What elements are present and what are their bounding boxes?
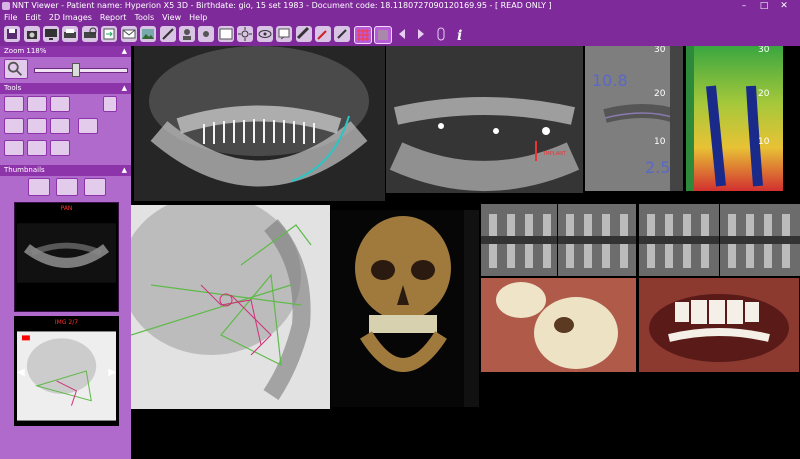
panoramic-view-1[interactable]: [134, 46, 385, 201]
menu-bar: File Edit 2D Images Report Tools View Help: [0, 12, 800, 24]
menu-edit[interactable]: Edit: [25, 12, 41, 24]
window-level-icon[interactable]: [27, 96, 47, 112]
bitewing-view-4[interactable]: [720, 204, 800, 276]
camera-icon[interactable]: [24, 26, 40, 42]
thumbnails-panel-header[interactable]: Thumbnails ▲: [0, 165, 131, 176]
zoom-tool-icon[interactable]: [4, 59, 28, 79]
brightness-icon[interactable]: [198, 26, 214, 42]
thumbnail-label: PAN: [60, 205, 73, 212]
tools-panel-header[interactable]: Tools ▲: [0, 83, 131, 94]
thumbnail-filter-icon[interactable]: [56, 178, 78, 196]
email-icon[interactable]: [121, 26, 137, 42]
menu-view[interactable]: View: [162, 12, 181, 24]
crown-icon[interactable]: [50, 140, 70, 156]
grid-icon[interactable]: [354, 26, 372, 44]
menu-report[interactable]: Report: [100, 12, 127, 24]
collapse-icon[interactable]: ▲: [122, 46, 127, 57]
cephalometric-view[interactable]: [131, 205, 330, 409]
zoom-panel-header[interactable]: Zoom 118% ▲: [0, 46, 131, 57]
bitewing-view-2[interactable]: [558, 204, 636, 276]
intraoral-value-bottom: 2.5: [645, 158, 671, 177]
intraoral-photo-smile[interactable]: [639, 278, 799, 372]
menu-2d-images[interactable]: 2D Images: [49, 12, 92, 24]
intraoral-value-top: 10.8: [592, 71, 628, 90]
ellipse-icon[interactable]: [50, 118, 70, 134]
3d-skull-view[interactable]: [331, 210, 479, 407]
annotation-icon[interactable]: [276, 26, 292, 42]
ceph-thumbnail-image: [17, 331, 116, 421]
line-measure-icon[interactable]: [4, 118, 24, 134]
menu-tools[interactable]: Tools: [134, 12, 154, 24]
thumbnail-pan[interactable]: PAN: [14, 202, 119, 312]
minimize-button[interactable]: –: [734, 0, 754, 12]
close-button[interactable]: ✕: [774, 0, 794, 12]
sidebar: Zoom 118% ▲ Tools ▲ Thumbnails ▲ PAN IMG 2/…: [0, 46, 131, 459]
document-icon[interactable]: [103, 96, 117, 112]
collapse-icon[interactable]: ▲: [122, 83, 127, 94]
image-icon[interactable]: [218, 26, 234, 42]
window-title: NNT Viewer - Patient name: Hyperion X5 3…: [12, 1, 552, 10]
text-icon[interactable]: [78, 118, 98, 134]
curve-icon[interactable]: [50, 96, 70, 112]
zoom-3d-icon[interactable]: [374, 26, 392, 44]
heatmap-view[interactable]: 30 20 10: [686, 46, 783, 191]
scale-label-20: 20: [654, 89, 666, 99]
thumbnail-label: IMG 2/7: [54, 319, 79, 326]
save-icon[interactable]: [4, 26, 20, 42]
pencil-icon[interactable]: [334, 26, 350, 42]
implant-label: IMPLANT: [544, 151, 566, 157]
tools-label: Tools: [4, 84, 22, 92]
app-icon: [2, 2, 10, 10]
menu-help[interactable]: Help: [189, 12, 207, 24]
measure-icon[interactable]: [160, 26, 176, 42]
eye-icon[interactable]: [257, 26, 273, 42]
scale-label-10: 10: [654, 137, 666, 147]
collapse-icon[interactable]: ▲: [122, 165, 127, 176]
heat-scale-20: 20: [758, 89, 770, 99]
menu-file[interactable]: File: [4, 12, 17, 24]
ruler-icon[interactable]: [296, 26, 312, 42]
tooth-icon[interactable]: [27, 140, 47, 156]
heat-scale-30: 30: [758, 46, 770, 55]
pen-icon[interactable]: [315, 26, 331, 42]
thumbnail-grid-icon[interactable]: [84, 178, 106, 196]
info-icon[interactable]: i: [452, 26, 468, 44]
arrow-left-icon[interactable]: [394, 26, 410, 42]
brightness-contrast-icon[interactable]: [4, 96, 24, 112]
patient-icon[interactable]: [179, 26, 195, 42]
implant-icon[interactable]: [4, 140, 24, 156]
thumbnail-add-icon[interactable]: [28, 178, 50, 196]
zoom-label: Zoom 118%: [4, 47, 47, 55]
print-preview-icon[interactable]: [82, 26, 98, 42]
print-icon[interactable]: [62, 26, 78, 42]
thumbnails-label: Thumbnails: [4, 166, 45, 174]
pan-thumbnail-image: [17, 223, 116, 283]
zoom-slider-handle[interactable]: [72, 63, 81, 77]
title-bar: NNT Viewer - Patient name: Hyperion X5 3…: [0, 0, 800, 12]
intraoral-photo-tooth[interactable]: [481, 278, 636, 372]
scale-label-30: 30: [654, 46, 666, 55]
heat-scale-10: 10: [758, 137, 770, 147]
maximize-button[interactable]: □: [754, 0, 774, 12]
bitewing-view-1[interactable]: [481, 204, 557, 276]
intraoral-xray-view[interactable]: 10.8 2.5 30 20 10: [585, 46, 683, 191]
svg-text:i: i: [457, 28, 462, 42]
prev-arrow-icon[interactable]: ◀: [17, 367, 25, 378]
toolbar: i: [0, 24, 800, 46]
image-import-icon[interactable]: [140, 26, 156, 42]
export-icon[interactable]: [101, 26, 117, 42]
arrow-right-icon[interactable]: [413, 26, 429, 42]
zoom-slider[interactable]: [34, 68, 128, 73]
panoramic-view-2[interactable]: IMPLANT: [386, 46, 583, 193]
thumbnail-img-2[interactable]: IMG 2/7 ◀ ▶: [14, 316, 119, 426]
window-controls: – □ ✕: [734, 0, 794, 12]
mouse-icon[interactable]: [433, 26, 449, 42]
monitor-icon[interactable]: [43, 26, 59, 42]
sun-icon[interactable]: [237, 26, 253, 42]
next-arrow-icon[interactable]: ▶: [108, 367, 116, 378]
angle-icon[interactable]: [27, 118, 47, 134]
bitewing-view-3[interactable]: [639, 204, 719, 276]
